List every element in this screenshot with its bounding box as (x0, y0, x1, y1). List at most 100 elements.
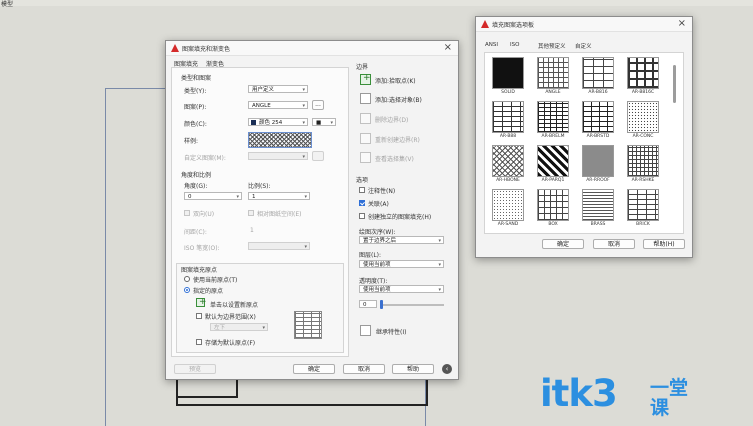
remove-boundaries-label[interactable]: 删除边界(D) (375, 115, 408, 124)
view-selections-icon[interactable] (360, 152, 371, 163)
pattern-swatch[interactable] (492, 145, 524, 177)
inherit-properties-label[interactable]: 继承特性(I) (376, 327, 406, 336)
tab-iso[interactable]: ISO (510, 42, 519, 48)
iso-pen-width-label: ISO 笔宽(O): (184, 245, 220, 252)
close-icon[interactable]: × (444, 42, 452, 53)
pattern-swatch[interactable] (627, 101, 659, 133)
angle-select[interactable]: 0 ▾ (184, 192, 242, 200)
watermark-tagline: 一堂 课 (650, 378, 688, 418)
angle-scale-group-label: 角度和比例 (181, 172, 212, 179)
palette-scrollbar[interactable] (673, 65, 676, 103)
pattern-swatch[interactable] (492, 101, 524, 133)
store-default-origin-checkbox[interactable] (196, 339, 202, 345)
separate-hatches-checkbox[interactable] (359, 213, 365, 219)
origin-position-select[interactable]: 左下 ▾ (210, 323, 268, 331)
view-selections-label[interactable]: 查看选择集(V) (375, 154, 414, 163)
custom-pattern-browse-button[interactable] (312, 151, 324, 161)
pattern-swatch[interactable] (582, 189, 614, 221)
ok-button[interactable]: 确定 (293, 364, 335, 374)
pattern-swatch-label: AR-CONC (632, 134, 654, 139)
autocad-logo-icon (171, 44, 179, 52)
type-select[interactable]: 用户定义 ▾ (248, 85, 308, 93)
palette-titlebar[interactable]: 填充图案选项板 × (476, 17, 692, 32)
chevron-down-icon: ▾ (438, 262, 441, 268)
transparency-number-input[interactable]: 0 (359, 300, 377, 308)
expand-options-icon[interactable]: ‹ (442, 364, 452, 374)
background-color-select[interactable]: ■ ▾ (312, 118, 336, 126)
transparency-value: 使用当前项 (363, 287, 391, 293)
tab-custom[interactable]: 自定义 (575, 42, 592, 50)
remove-boundaries-icon[interactable] (360, 113, 371, 124)
set-origin-icon[interactable] (196, 297, 207, 307)
pattern-swatch-label: AR-B816C (631, 90, 655, 95)
spacing-label: 间距(C): (184, 229, 207, 236)
pattern-swatch[interactable] (627, 189, 659, 221)
pattern-swatch[interactable] (537, 101, 569, 133)
pattern-select[interactable]: ANGLE ▾ (248, 101, 308, 109)
iso-pen-width-select[interactable]: ▾ (248, 242, 310, 250)
add-select-objects-icon[interactable] (360, 93, 371, 104)
draw-order-select[interactable]: 置于边界之后 ▾ (359, 236, 444, 244)
color-select[interactable]: 颜色 254 ▾ (248, 118, 308, 126)
use-current-origin-radio[interactable] (184, 276, 190, 282)
recreate-boundary-icon[interactable] (360, 133, 371, 144)
scale-value: 1 (252, 194, 256, 200)
scale-label: 比例(S): (248, 183, 271, 190)
click-set-origin-label[interactable]: 单击以设置新原点 (210, 300, 258, 309)
associative-label: 关联(A) (368, 201, 389, 208)
pattern-swatch[interactable] (537, 189, 569, 221)
add-pick-points-label[interactable]: 添加:拾取点(K) (375, 76, 416, 85)
layer-select[interactable]: 使用当前项 ▾ (359, 260, 444, 268)
inherit-properties-icon[interactable] (360, 325, 371, 336)
double-checkbox[interactable] (184, 210, 190, 216)
transparency-slider-thumb[interactable] (380, 300, 383, 309)
close-icon[interactable]: × (678, 18, 686, 29)
pattern-swatch[interactable] (582, 101, 614, 133)
palette-ok-button[interactable]: 确定 (542, 239, 584, 249)
pattern-swatch[interactable] (537, 57, 569, 89)
scale-select[interactable]: 1 ▾ (248, 192, 310, 200)
sample-label: 样例: (184, 138, 199, 145)
custom-pattern-select[interactable]: ▾ (248, 152, 308, 160)
transparency-select[interactable]: 使用当前项 ▾ (359, 285, 444, 293)
preview-button[interactable]: 预览 (174, 364, 216, 374)
pattern-swatch[interactable] (492, 57, 524, 89)
specified-origin-label: 指定的原点 (193, 288, 224, 295)
pattern-swatch[interactable] (627, 145, 659, 177)
pattern-swatch[interactable] (627, 57, 659, 89)
add-select-objects-label[interactable]: 添加:选择对象(B) (375, 95, 422, 104)
autocad-logo-icon (481, 20, 489, 28)
pattern-swatch[interactable] (492, 189, 524, 221)
pattern-swatch[interactable] (537, 145, 569, 177)
cancel-button[interactable]: 取消 (343, 364, 385, 374)
transparency-slider-track[interactable] (380, 304, 444, 306)
pattern-swatch-label: ANGLE (545, 90, 561, 95)
help-button[interactable]: 帮助 (392, 364, 434, 374)
hatch-dialog-titlebar[interactable]: 图案填充和渐变色 × (166, 41, 458, 56)
tab-ansi[interactable]: ANSI (485, 42, 498, 48)
layer-value: 使用当前项 (363, 262, 391, 268)
type-label: 类型(Y): (184, 88, 207, 95)
palette-cancel-button[interactable]: 取消 (593, 239, 635, 249)
default-extent-checkbox[interactable] (196, 313, 202, 319)
pattern-browse-button[interactable]: ... (312, 100, 324, 110)
custom-pattern-label: 自定义图案(M): (184, 155, 226, 162)
pattern-swatch[interactable] (582, 57, 614, 89)
pattern-swatch[interactable] (582, 145, 614, 177)
associative-checkbox[interactable] (359, 200, 365, 206)
palette-help-button[interactable]: 帮助(H) (643, 239, 685, 249)
chevron-down-icon: ▾ (438, 238, 441, 244)
tab-other-predefined[interactable]: 其他预定义 (538, 42, 566, 50)
origin-position-value: 左下 (214, 325, 226, 331)
specified-origin-radio[interactable] (184, 287, 190, 293)
relative-paper-checkbox[interactable] (248, 210, 254, 216)
recreate-boundary-label[interactable]: 重新创建边界(R) (375, 135, 420, 144)
angle-value: 0 (188, 194, 192, 200)
chevron-down-icon: ▾ (236, 194, 239, 200)
annotative-checkbox[interactable] (359, 187, 365, 193)
default-extent-label: 默认为边界范围(X) (205, 314, 256, 321)
spacing-value[interactable]: 1 (250, 227, 254, 234)
pattern-sample-preview[interactable] (248, 132, 312, 148)
angle-label: 角度(G): (184, 183, 208, 190)
add-pick-points-icon[interactable] (360, 73, 371, 85)
